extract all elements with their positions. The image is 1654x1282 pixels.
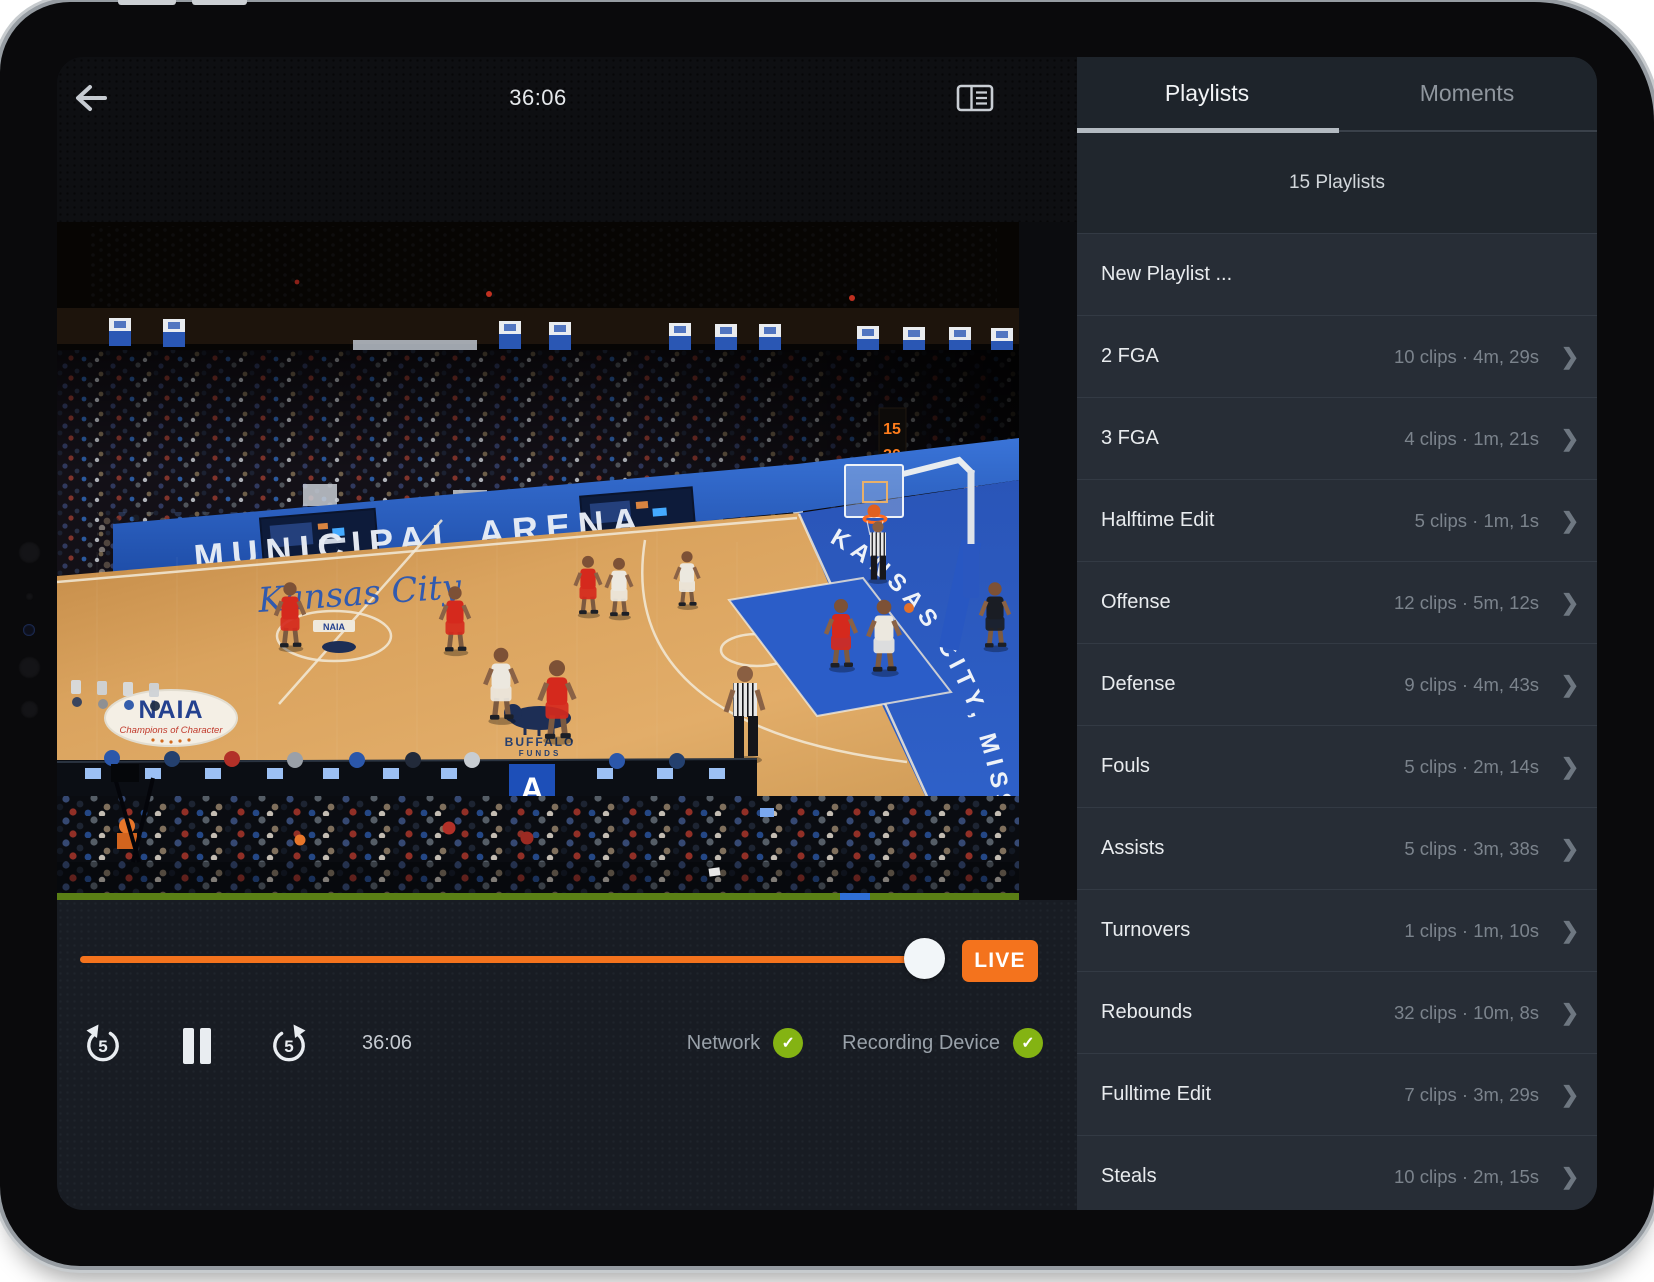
- playlist-name: Defense: [1101, 673, 1404, 696]
- playlist-name: New Playlist ...: [1101, 263, 1587, 286]
- tab-divider: [1339, 130, 1597, 132]
- chevron-right-icon: ❯: [1553, 1000, 1587, 1026]
- connection-status: Network ✓ Recording Device ✓: [597, 1028, 1043, 1058]
- playlist-name: Turnovers: [1101, 919, 1404, 942]
- volume-button-2: [192, 0, 247, 5]
- playlist-meta: 9 clips · 4m, 43s: [1404, 674, 1539, 696]
- shot-clock-top: 15: [883, 421, 901, 438]
- playlist-name: Fouls: [1101, 755, 1404, 778]
- chevron-right-icon: ❯: [1553, 1164, 1587, 1190]
- skip-forward-5-icon: 5: [270, 1024, 308, 1064]
- live-button[interactable]: LIVE: [962, 940, 1038, 982]
- front-camera-icon: [18, 541, 41, 564]
- recording-device-status-label: Recording Device: [842, 1032, 1000, 1055]
- playlist-meta: 4 clips · 1m, 21s: [1404, 428, 1539, 450]
- chevron-right-icon: ❯: [1553, 836, 1587, 862]
- chevron-right-icon: ❯: [1553, 426, 1587, 452]
- mic-dot-icon: [25, 592, 34, 601]
- playlist-row[interactable]: Defense 9 clips · 4m, 43s ❯: [1077, 643, 1597, 725]
- player-top-bar: 36:06: [57, 57, 1077, 222]
- playlist-meta: 5 clips · 2m, 14s: [1404, 756, 1539, 778]
- playlist-meta: 1 clips · 1m, 10s: [1404, 920, 1539, 942]
- network-ok-icon: ✓: [773, 1028, 803, 1058]
- chevron-right-icon: ❯: [1553, 672, 1587, 698]
- pause-bar-left: [183, 1028, 194, 1064]
- screenshot-root: 36:06: [0, 0, 1654, 1282]
- playlist-row[interactable]: Halftime Edit 5 clips · 1m, 1s ❯: [1077, 479, 1597, 561]
- panel-list-icon: [956, 84, 994, 112]
- volume-button-1: [118, 0, 176, 5]
- playlist-meta: 10 clips · 2m, 15s: [1394, 1166, 1539, 1188]
- playlist-row[interactable]: 3 FGA 4 clips · 1m, 21s ❯: [1077, 397, 1597, 479]
- basketball-game-scene: 15 30 4:42 35: [57, 222, 1019, 900]
- skip-back-5-icon: 5: [84, 1024, 122, 1064]
- camera-lens-icon: [23, 624, 35, 636]
- chevron-right-icon: ❯: [1553, 1082, 1587, 1108]
- playlist-row[interactable]: Fulltime Edit 7 clips · 3m, 29s ❯: [1077, 1053, 1597, 1135]
- center-circle-naia-label: NAIA: [323, 622, 345, 632]
- playback-time-top: 36:06: [57, 85, 1019, 111]
- seek-thumb[interactable]: [904, 938, 945, 979]
- playlist-row[interactable]: Steals 10 clips · 2m, 15s ❯: [1077, 1135, 1597, 1210]
- playlist-name: Rebounds: [1101, 1001, 1394, 1024]
- panel-tabs: Playlists Moments: [1077, 57, 1597, 133]
- chevron-right-icon: ❯: [1553, 918, 1587, 944]
- live-video-frame[interactable]: 15 30 4:42 35: [57, 222, 1019, 900]
- player-controls: LIVE 5: [57, 900, 1077, 1210]
- chevron-right-icon: ❯: [1553, 754, 1587, 780]
- tab-playlists[interactable]: Playlists: [1077, 57, 1337, 129]
- network-status-label: Network: [687, 1032, 760, 1055]
- sensor-dot-icon-2: [20, 700, 39, 719]
- playlist-name: Assists: [1101, 837, 1404, 860]
- playlist-list: New Playlist ... 2 FGA 10 clips · 4m, 29…: [1077, 233, 1597, 1210]
- playlist-meta: 5 clips · 3m, 38s: [1404, 838, 1539, 860]
- playlist-row[interactable]: Fouls 5 clips · 2m, 14s ❯: [1077, 725, 1597, 807]
- playlist-name: Offense: [1101, 591, 1394, 614]
- playlist-row[interactable]: Turnovers 1 clips · 1m, 10s ❯: [1077, 889, 1597, 971]
- playlist-meta: 32 clips · 10m, 8s: [1394, 1002, 1539, 1024]
- svg-text:5: 5: [98, 1037, 107, 1056]
- playlist-meta: 7 clips · 3m, 29s: [1404, 1084, 1539, 1106]
- skip-forward-button[interactable]: 5: [270, 1024, 308, 1069]
- chevron-right-icon: ❯: [1553, 344, 1587, 370]
- playlist-name: 3 FGA: [1101, 427, 1404, 450]
- svg-text:5: 5: [284, 1037, 293, 1056]
- chevron-right-icon: ❯: [1553, 590, 1587, 616]
- sensor-dot-icon: [18, 656, 41, 679]
- playlist-name: 2 FGA: [1101, 345, 1394, 368]
- playlist-row[interactable]: Assists 5 clips · 3m, 38s ❯: [1077, 807, 1597, 889]
- playlist-row[interactable]: Offense 12 clips · 5m, 12s ❯: [1077, 561, 1597, 643]
- player-region: 36:06: [57, 57, 1077, 1210]
- app-screen: 36:06: [57, 57, 1597, 1210]
- recording-device-ok-icon: ✓: [1013, 1028, 1043, 1058]
- playlist-panel-toggle-button[interactable]: [956, 84, 994, 112]
- chevron-right-icon: ❯: [1553, 508, 1587, 534]
- elapsed-time: 36:06: [362, 1032, 412, 1055]
- playlist-name: Steals: [1101, 1165, 1394, 1188]
- playlist-name: Fulltime Edit: [1101, 1083, 1404, 1106]
- playlist-row-new[interactable]: New Playlist ...: [1077, 233, 1597, 315]
- tab-moments[interactable]: Moments: [1337, 57, 1597, 129]
- naia-oval-subtitle: Champions of Character: [120, 725, 224, 736]
- playlist-meta: 10 clips · 4m, 29s: [1394, 346, 1539, 368]
- skip-back-button[interactable]: 5: [84, 1024, 122, 1069]
- playlist-name: Halftime Edit: [1101, 509, 1415, 532]
- playlist-meta: 5 clips · 1m, 1s: [1415, 510, 1539, 532]
- bison-logo-subtitle: FUNDS: [519, 749, 562, 758]
- pause-bar-right: [200, 1028, 211, 1064]
- naia-oval-title: NAIA: [138, 696, 203, 724]
- playlists-count: 15 Playlists: [1077, 133, 1597, 233]
- seek-bar[interactable]: [80, 956, 925, 963]
- playlist-row[interactable]: Rebounds 32 clips · 10m, 8s ❯: [1077, 971, 1597, 1053]
- playlists-panel: Playlists Moments 15 Playlists New Playl…: [1077, 57, 1597, 1210]
- playlist-meta: 12 clips · 5m, 12s: [1394, 592, 1539, 614]
- playlist-row[interactable]: 2 FGA 10 clips · 4m, 29s ❯: [1077, 315, 1597, 397]
